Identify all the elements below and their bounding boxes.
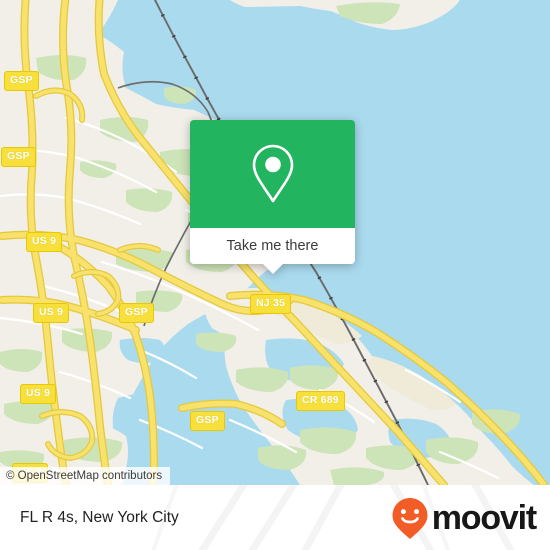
moovit-smiley-pin-icon <box>392 497 428 539</box>
road-shield[interactable]: US 9 <box>33 303 70 323</box>
road-shield[interactable]: GSP <box>1 147 36 167</box>
moovit-brand[interactable]: moovit <box>390 485 537 550</box>
map-canvas[interactable]: GSP GSP US 9 US 9 GSP NJ 35 US 9 GSP CR … <box>0 0 550 485</box>
road-shield[interactable]: CR 689 <box>296 391 345 411</box>
osm-attribution-text: © OpenStreetMap contributors <box>6 470 163 482</box>
map-pin-icon <box>252 144 293 203</box>
popup-pointer-tail <box>261 263 284 274</box>
destination-popup-card[interactable]: Take me there <box>190 120 355 274</box>
road-shield[interactable]: GSP <box>190 411 225 431</box>
moovit-wordmark: moovit <box>431 498 537 537</box>
place-title-text: FL R 4s, New York City <box>20 508 179 526</box>
take-me-there-label: Take me there <box>226 238 319 254</box>
footer-bar: FL R 4s, New York City moovit <box>0 485 550 550</box>
road-shield[interactable]: US 9 <box>26 232 63 252</box>
osm-attribution[interactable]: © OpenStreetMap contributors <box>0 467 171 485</box>
moovit-map-share-card: GSP GSP US 9 US 9 GSP NJ 35 US 9 GSP CR … <box>0 0 550 550</box>
place-title: FL R 4s, New York City <box>20 485 179 550</box>
road-shield[interactable]: GSP <box>4 71 39 91</box>
popup-action-bar[interactable]: Take me there <box>190 228 355 264</box>
popup-header <box>190 120 355 228</box>
road-shield[interactable]: NJ 35 <box>250 294 292 314</box>
road-shield[interactable]: US 9 <box>20 384 57 404</box>
road-shield[interactable]: GSP <box>119 303 154 323</box>
